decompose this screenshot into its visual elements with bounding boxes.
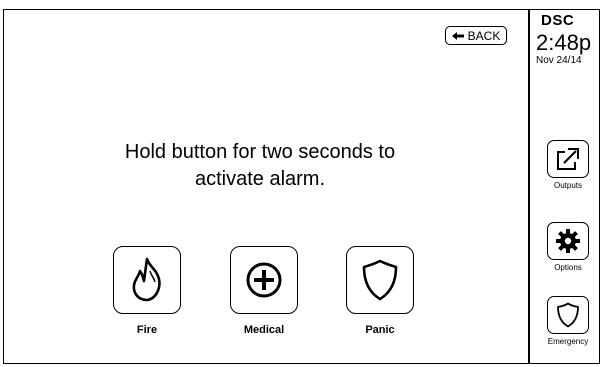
gear-icon	[556, 229, 580, 253]
emergency-label: Emergency	[547, 337, 589, 346]
panic-button-box[interactable]	[346, 246, 414, 314]
instruction-text: Hold button for two seconds to activate …	[60, 139, 460, 193]
shield-icon	[362, 259, 398, 301]
alarm-keypad-screen: BACK Hold button for two seconds to acti…	[0, 0, 606, 367]
options-button-box[interactable]	[547, 222, 589, 260]
options-label: Options	[554, 263, 582, 272]
emergency-button[interactable]: Emergency	[543, 296, 593, 346]
back-button[interactable]: BACK	[445, 26, 507, 45]
outputs-label: Outputs	[553, 181, 582, 190]
panic-button[interactable]: Panic	[340, 246, 420, 336]
medical-button[interactable]: Medical	[224, 246, 304, 336]
options-button[interactable]: Options	[543, 222, 593, 272]
clock-time: 2:48p	[536, 30, 592, 55]
panic-label: Panic	[365, 324, 395, 336]
outputs-icon	[557, 148, 579, 170]
medical-plus-icon	[246, 262, 282, 298]
instruction-line-2: activate alarm.	[194, 168, 326, 190]
fire-label: Fire	[136, 324, 158, 336]
outputs-button-box[interactable]	[547, 140, 589, 178]
back-label: BACK	[467, 28, 501, 43]
medical-button-box[interactable]	[230, 246, 298, 314]
fire-icon	[132, 257, 161, 302]
fire-button-box[interactable]	[113, 246, 181, 314]
fire-button[interactable]: Fire	[107, 246, 187, 336]
sidebar-divider	[528, 9, 530, 364]
brand-logo: DSC	[541, 12, 575, 29]
outputs-button[interactable]: Outputs	[543, 140, 593, 190]
shield-icon	[557, 302, 579, 328]
instruction-line-1: Hold button for two seconds to	[124, 141, 396, 163]
clock-date: Nov 24/14	[536, 55, 582, 66]
back-arrow-icon	[451, 31, 464, 40]
medical-label: Medical	[243, 324, 285, 336]
emergency-button-box[interactable]	[547, 296, 589, 334]
